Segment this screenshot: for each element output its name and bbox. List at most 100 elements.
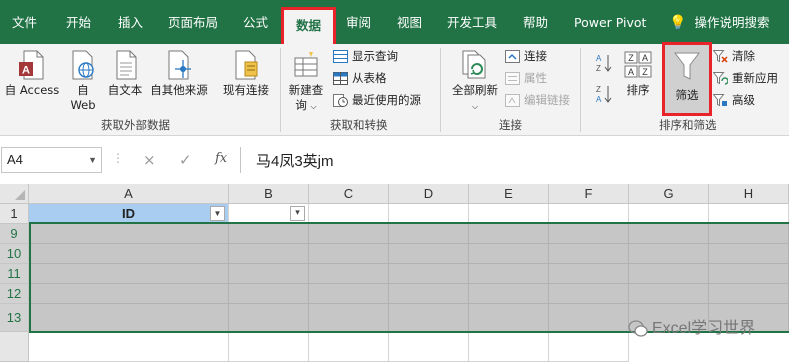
- cell-b1[interactable]: ▾: [229, 204, 309, 224]
- tab-developer[interactable]: 开发工具: [447, 0, 497, 44]
- tab-help[interactable]: 帮助: [523, 0, 548, 44]
- refresh-icon: [462, 50, 486, 79]
- reapply-label: 重新应用: [732, 71, 778, 85]
- refresh-all-button[interactable]: 全部刷新 ⌵: [447, 50, 503, 114]
- column-header-c[interactable]: C: [309, 184, 389, 204]
- refresh-all-label: 全部刷新: [452, 83, 498, 97]
- cell-blank-a[interactable]: [29, 333, 229, 362]
- row-header-10[interactable]: 10: [0, 244, 29, 264]
- filter-button[interactable]: 筛选: [662, 42, 712, 116]
- tab-page-layout[interactable]: 页面布局: [168, 0, 218, 44]
- other-sources-icon: [168, 50, 191, 80]
- sort-button[interactable]: Z A A Z 排序: [620, 50, 656, 98]
- clear-filter-button[interactable]: 清除: [713, 47, 755, 65]
- formula-bar-buttons: × ✓ fx: [131, 147, 241, 173]
- existing-connections-icon: [235, 50, 258, 80]
- access-icon: A: [19, 50, 44, 80]
- from-text-button[interactable]: 自文本: [104, 50, 146, 98]
- from-table-label: 从表格: [352, 71, 387, 85]
- column-header-a[interactable]: A: [29, 184, 229, 204]
- cell-g1[interactable]: [629, 204, 709, 224]
- svg-text:Z: Z: [596, 64, 601, 73]
- column-header-e[interactable]: E: [469, 184, 549, 204]
- cell-blank-e[interactable]: [469, 333, 549, 362]
- filter-dropdown-icon[interactable]: ▼: [210, 206, 225, 221]
- insert-function-icon[interactable]: fx: [215, 151, 227, 166]
- from-web-button[interactable]: 自 Web: [66, 50, 100, 113]
- filter-label: 筛选: [675, 88, 699, 102]
- column-header-d[interactable]: D: [389, 184, 469, 204]
- tab-power-pivot[interactable]: Power Pivot: [574, 0, 646, 44]
- from-table-button[interactable]: 从表格: [333, 69, 387, 87]
- properties-button[interactable]: 属性: [505, 69, 547, 87]
- row-header-11[interactable]: 11: [0, 264, 29, 284]
- row-header-1[interactable]: 1: [0, 204, 29, 224]
- from-access-button[interactable]: A 自 Access: [3, 50, 61, 98]
- name-box[interactable]: A4 ▼: [1, 147, 102, 173]
- selected-range-col-d[interactable]: [389, 224, 469, 332]
- sort-za-button[interactable]: ZA: [596, 84, 614, 107]
- edit-links-button[interactable]: 编辑链接: [505, 91, 570, 109]
- selected-range-col-c[interactable]: [309, 224, 389, 332]
- from-web-label-1: 自: [77, 83, 89, 97]
- tell-me-search[interactable]: 💡 操作说明搜索: [669, 0, 769, 44]
- cell-blank-b[interactable]: [229, 333, 309, 362]
- cell-h1[interactable]: [709, 204, 789, 224]
- sort-az-button[interactable]: AZ: [596, 53, 614, 76]
- row-header-12[interactable]: 12: [0, 284, 29, 304]
- existing-connections-label: 现有连接: [223, 83, 269, 97]
- tab-insert[interactable]: 插入: [118, 0, 143, 44]
- select-all-corner[interactable]: [0, 184, 29, 204]
- cell-d1[interactable]: [389, 204, 469, 224]
- connections-button[interactable]: 连接: [505, 47, 547, 65]
- tab-file[interactable]: 文件: [12, 0, 37, 44]
- funnel-icon: [674, 52, 700, 80]
- edit-links-label: 编辑链接: [524, 93, 570, 107]
- column-header-h[interactable]: H: [709, 184, 789, 204]
- selected-range-col-a[interactable]: [29, 224, 229, 332]
- from-other-sources-button[interactable]: 自其他来源: [146, 50, 212, 98]
- reapply-button[interactable]: 重新应用: [713, 69, 778, 87]
- cell-blank-d[interactable]: [389, 333, 469, 362]
- properties-label: 属性: [524, 71, 547, 85]
- cell-blank-c[interactable]: [309, 333, 389, 362]
- chevron-down-icon[interactable]: ▼: [88, 148, 97, 172]
- properties-icon: [505, 72, 520, 85]
- selected-range-col-e[interactable]: [469, 224, 549, 332]
- cell-f1[interactable]: [549, 204, 629, 224]
- cell-a1-header[interactable]: ID ▼: [29, 204, 229, 224]
- column-header-f[interactable]: F: [549, 184, 629, 204]
- show-queries-icon: [333, 50, 348, 63]
- column-header-b[interactable]: B: [229, 184, 309, 204]
- tab-view[interactable]: 视图: [397, 0, 422, 44]
- tab-data[interactable]: 数据: [281, 7, 337, 44]
- row-header-9[interactable]: 9: [0, 224, 29, 244]
- new-query-label-2: 询: [295, 98, 307, 112]
- existing-connections-button[interactable]: 现有连接: [218, 50, 274, 98]
- tab-review[interactable]: 审阅: [346, 0, 371, 44]
- cancel-icon[interactable]: ×: [143, 151, 156, 169]
- new-query-button[interactable]: 新建查 询 ⌵: [284, 50, 328, 114]
- tab-formulas[interactable]: 公式: [243, 0, 268, 44]
- formula-input[interactable]: 马4凤3英jm: [256, 150, 334, 171]
- sort-descending-icon: ZA: [596, 85, 612, 104]
- chevron-down-icon: ⌵: [310, 102, 317, 111]
- cell-blank-f[interactable]: [549, 333, 629, 362]
- show-queries-button[interactable]: 显示查询: [333, 47, 398, 65]
- selected-range-col-b[interactable]: [229, 224, 309, 332]
- tab-home[interactable]: 开始: [66, 0, 91, 44]
- resize-grip-icon[interactable]: ⋮: [112, 151, 124, 165]
- id-header-text: ID: [122, 206, 135, 221]
- cell-e1[interactable]: [469, 204, 549, 224]
- row-header-13[interactable]: 13: [0, 304, 29, 332]
- filter-active-icon[interactable]: ▾: [290, 206, 305, 221]
- column-header-g[interactable]: G: [629, 184, 709, 204]
- cell-c1[interactable]: [309, 204, 389, 224]
- enter-check-icon[interactable]: ✓: [179, 151, 192, 169]
- advanced-filter-button[interactable]: 高级: [713, 91, 755, 109]
- selected-range-col-f[interactable]: [549, 224, 629, 332]
- svg-text:A: A: [22, 65, 30, 77]
- row-gridline: [29, 283, 789, 284]
- row-header-blank[interactable]: [0, 332, 29, 362]
- recent-sources-button[interactable]: 最近使用的源: [333, 91, 421, 109]
